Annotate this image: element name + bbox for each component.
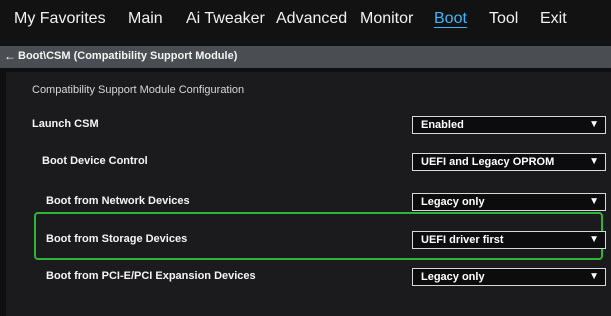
tab-tool[interactable]: Tool	[489, 10, 518, 28]
boot-pcie-value: Legacy only	[421, 271, 485, 283]
launch-csm-label: Launch CSM	[32, 118, 99, 130]
boot-network-value: Legacy only	[421, 196, 485, 208]
tab-exit[interactable]: Exit	[540, 10, 567, 28]
boot-pcie-label: Boot from PCI-E/PCI Expansion Devices	[46, 270, 256, 282]
chevron-down-icon: ▼	[589, 156, 599, 167]
boot-storage-select[interactable]: UEFI driver first ▼	[412, 231, 606, 249]
tab-monitor[interactable]: Monitor	[360, 10, 413, 28]
breadcrumb[interactable]: ← Boot\CSM (Compatibility Support Module…	[0, 46, 611, 68]
boot-storage-label: Boot from Storage Devices	[46, 233, 188, 245]
boot-network-label: Boot from Network Devices	[46, 195, 190, 207]
chevron-down-icon: ▼	[589, 234, 599, 245]
boot-network-select[interactable]: Legacy only ▼	[412, 193, 606, 211]
chevron-down-icon: ▼	[589, 271, 599, 282]
tab-ai-tweaker[interactable]: Ai Tweaker	[186, 10, 265, 28]
tab-boot[interactable]: Boot	[434, 10, 467, 28]
boot-storage-value: UEFI driver first	[421, 234, 504, 246]
chevron-down-icon: ▼	[589, 119, 599, 130]
chevron-down-icon: ▼	[589, 196, 599, 207]
launch-csm-value: Enabled	[421, 119, 464, 131]
tab-my-favorites[interactable]: My Favorites	[14, 10, 106, 28]
launch-csm-select[interactable]: Enabled ▼	[412, 116, 606, 134]
boot-device-control-value: UEFI and Legacy OPROM	[421, 156, 555, 168]
section-title: Compatibility Support Module Configurati…	[32, 84, 245, 96]
back-arrow-icon[interactable]: ←	[4, 49, 16, 63]
tab-advanced[interactable]: Advanced	[276, 10, 347, 28]
top-menu-bar: My Favorites Main Ai Tweaker Advanced Mo…	[0, 0, 611, 46]
tab-main[interactable]: Main	[128, 10, 163, 28]
boot-device-control-select[interactable]: UEFI and Legacy OPROM ▼	[412, 153, 606, 171]
boot-device-control-label: Boot Device Control	[42, 155, 148, 167]
boot-pcie-select[interactable]: Legacy only ▼	[412, 268, 606, 286]
breadcrumb-text: Boot\CSM (Compatibility Support Module)	[18, 50, 238, 62]
